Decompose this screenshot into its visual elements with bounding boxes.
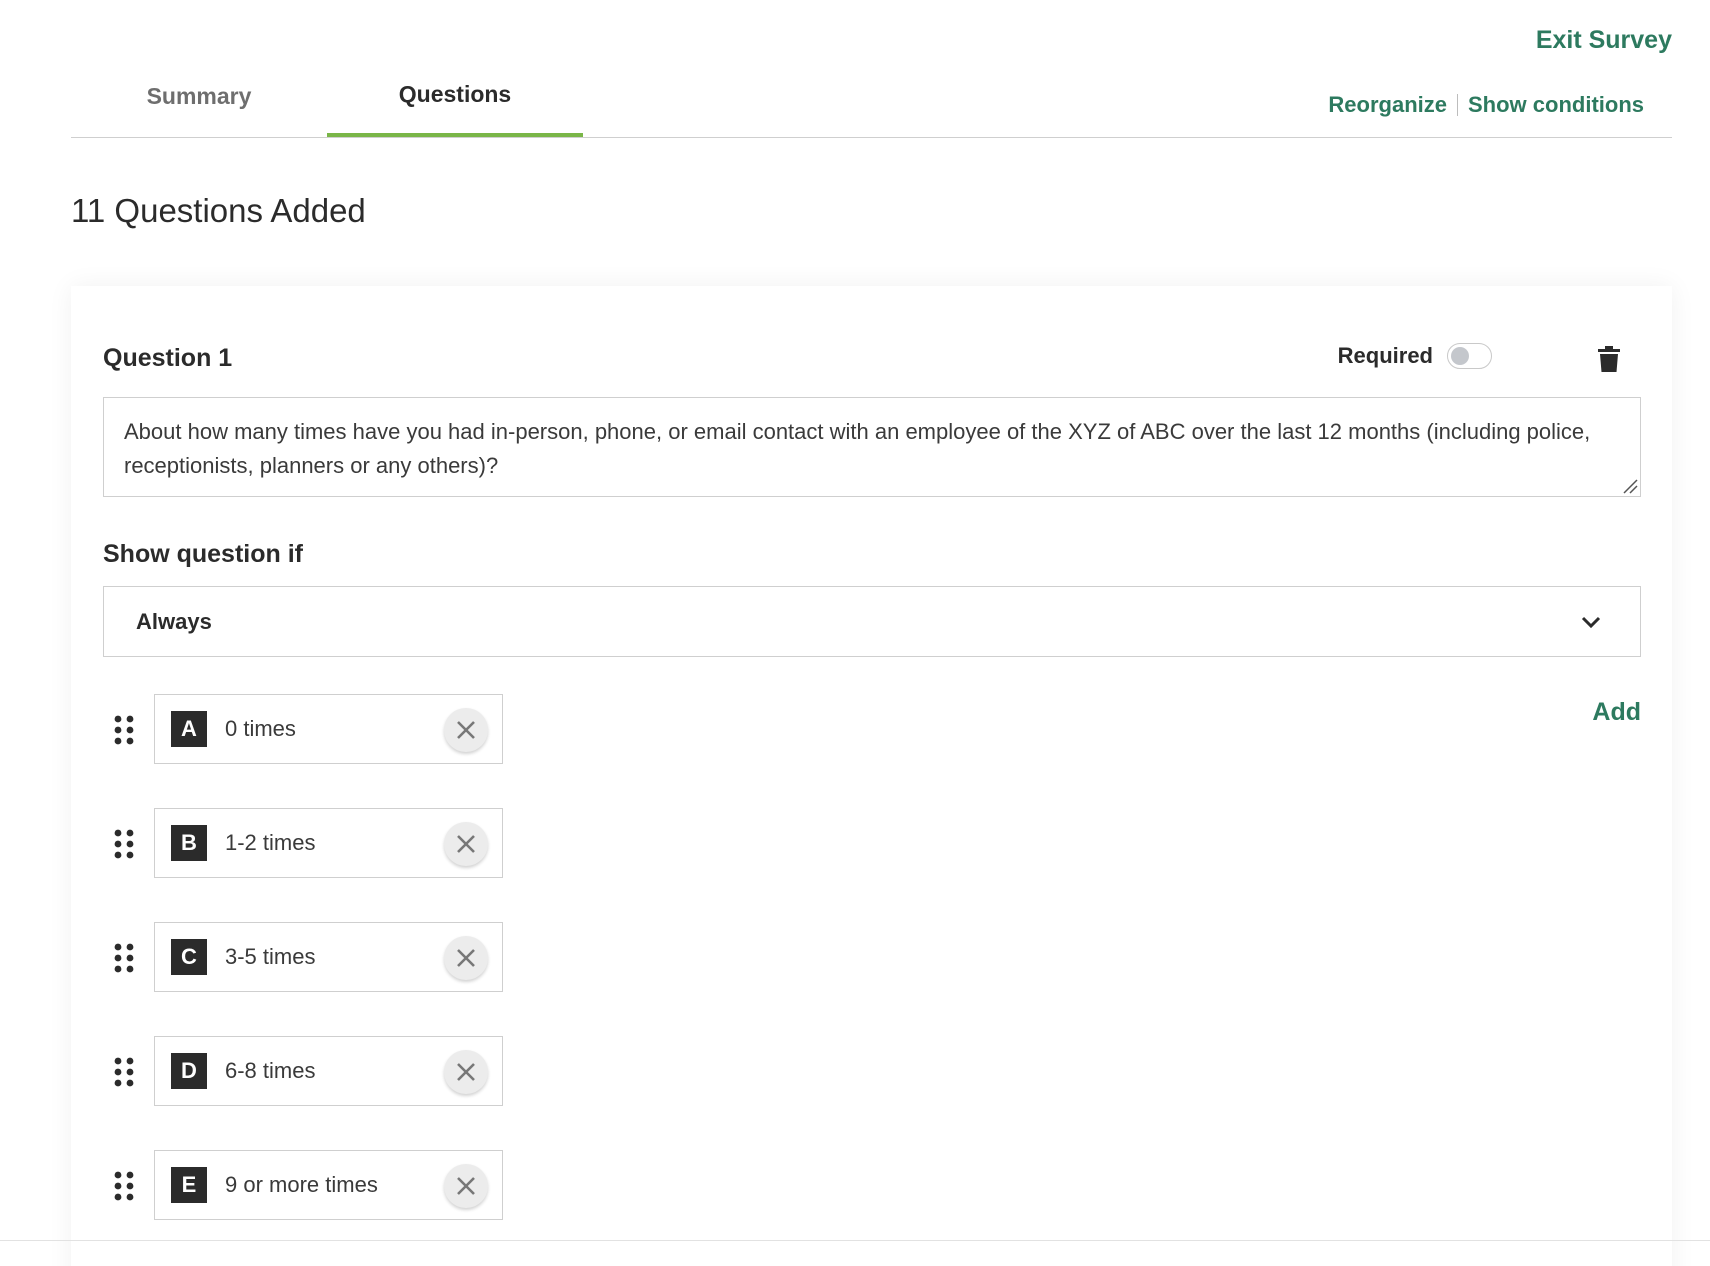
trash-icon[interactable]: [1598, 346, 1620, 372]
remove-answer-button[interactable]: [444, 1050, 488, 1094]
tab-summary[interactable]: Summary: [71, 70, 327, 137]
chevron-down-icon: [1581, 616, 1601, 629]
answer-letter-badge: E: [171, 1167, 207, 1203]
answer-letter-badge: A: [171, 711, 207, 747]
questions-count-title: 11 Questions Added: [71, 192, 366, 229]
question-text-input[interactable]: About how many times have you had in-per…: [103, 397, 1641, 497]
question-card: Question 1 Required About how many times…: [71, 286, 1672, 1266]
question-text-value: About how many times have you had in-per…: [124, 419, 1591, 478]
drag-handle-icon[interactable]: [113, 943, 135, 973]
bottom-divider: [0, 1240, 1710, 1241]
answer-input-box: A 0 times: [154, 694, 503, 764]
answer-row: A 0 times: [109, 694, 509, 764]
survey-editor-page: Exit Survey Summary Questions Reorganize…: [0, 0, 1710, 1266]
drag-handle-icon[interactable]: [113, 1057, 135, 1087]
answer-row: C 3-5 times: [109, 922, 509, 992]
close-icon: [457, 949, 475, 967]
link-divider: [1457, 94, 1458, 116]
remove-answer-button[interactable]: [444, 1164, 488, 1208]
drag-handle-icon[interactable]: [113, 1171, 135, 1201]
close-icon: [457, 721, 475, 739]
add-answer-link[interactable]: Add: [1592, 698, 1641, 727]
required-toggle[interactable]: [1447, 343, 1492, 369]
reorganize-link[interactable]: Reorganize: [1328, 92, 1447, 118]
required-label: Required: [1337, 343, 1433, 368]
required-control: Required: [1338, 343, 1492, 369]
answer-input-box: D 6-8 times: [154, 1036, 503, 1106]
question-actions: Reorganize Show conditions: [1328, 92, 1644, 118]
drag-handle-icon[interactable]: [113, 715, 135, 745]
answer-row: E 9 or more times: [109, 1150, 509, 1220]
tab-questions[interactable]: Questions: [327, 70, 583, 137]
remove-answer-button[interactable]: [444, 822, 488, 866]
answer-input-box: B 1-2 times: [154, 808, 503, 878]
answer-letter-badge: C: [171, 939, 207, 975]
answer-letter-badge: D: [171, 1053, 207, 1089]
remove-answer-button[interactable]: [444, 936, 488, 980]
resize-handle-icon[interactable]: [1620, 476, 1638, 494]
show-if-value: Always: [136, 608, 212, 634]
answer-input-box: C 3-5 times: [154, 922, 503, 992]
answer-letter-badge: B: [171, 825, 207, 861]
show-conditions-link[interactable]: Show conditions: [1468, 92, 1644, 118]
answer-input-box: E 9 or more times: [154, 1150, 503, 1220]
close-icon: [457, 1063, 475, 1081]
toggle-knob: [1451, 347, 1469, 365]
remove-answer-button[interactable]: [444, 708, 488, 752]
answer-row: B 1-2 times: [109, 808, 509, 878]
close-icon: [457, 835, 475, 853]
exit-survey-link[interactable]: Exit Survey: [1536, 26, 1672, 55]
show-if-select[interactable]: Always: [103, 586, 1641, 657]
close-icon: [457, 1177, 475, 1195]
drag-handle-icon[interactable]: [113, 829, 135, 859]
show-if-label: Show question if: [103, 540, 303, 568]
answer-row: D 6-8 times: [109, 1036, 509, 1106]
question-label: Question 1: [103, 344, 233, 372]
